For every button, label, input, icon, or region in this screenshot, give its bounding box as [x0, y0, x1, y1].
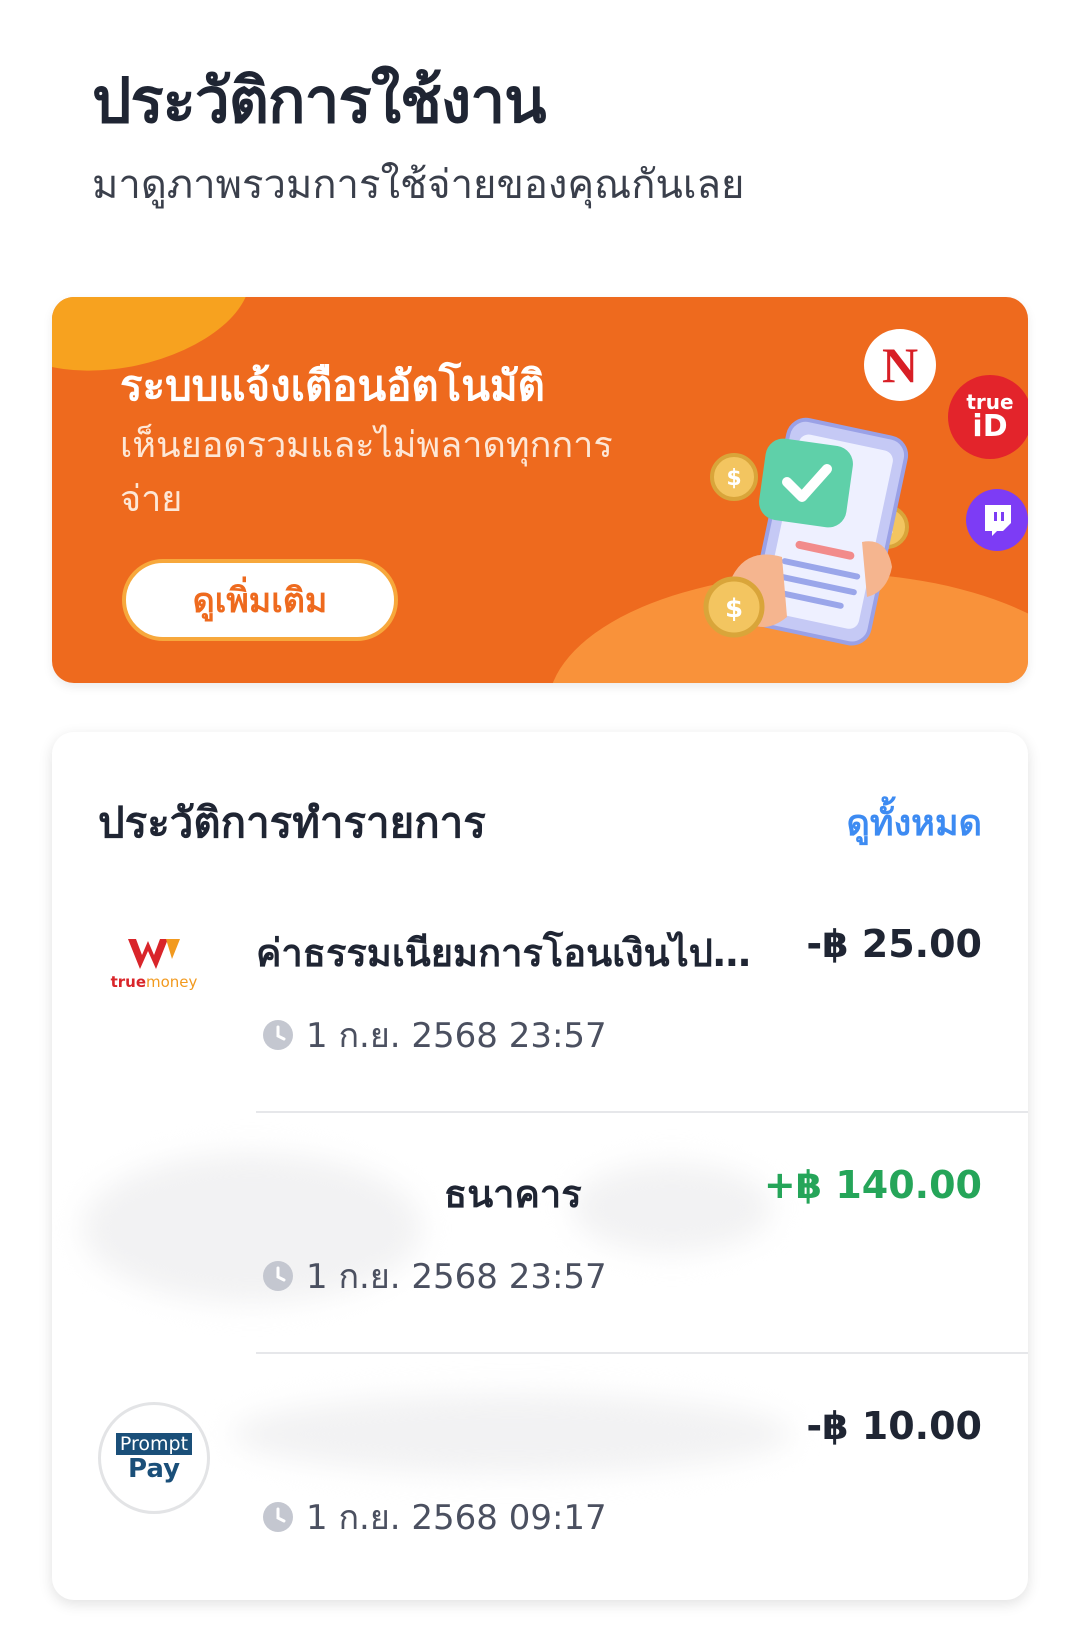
- trueid-logo-bottom: iD: [972, 409, 1008, 444]
- banner-title: ระบบแจ้งเตือนอัตโนมัติ: [120, 361, 545, 410]
- redacted-area: [572, 1163, 772, 1253]
- transaction-item[interactable]: truemoney ค่าธรรมเนียมการโอนเงินไปบั... …: [52, 872, 1028, 1113]
- transaction-amount: +฿ 140.00: [763, 1163, 982, 1207]
- truemoney-logo: truemoney: [98, 908, 210, 1020]
- transaction-history-title: ประวัติการทำรายการ: [98, 798, 486, 847]
- banner-description: เห็นยอดรวมและไม่พลาดทุกการจ่าย: [120, 425, 613, 520]
- transaction-time: 1 ก.ย. 2568 23:57: [306, 1257, 607, 1297]
- auto-notification-banner[interactable]: ระบบแจ้งเตือนอัตโนมัติ เห็นยอดรวมและไม่พ…: [52, 297, 1028, 683]
- svg-text:$: $: [725, 594, 743, 624]
- page-title: ประวัติการใช้งาน: [92, 64, 547, 137]
- netflix-logo: N: [864, 329, 936, 401]
- twitch-logo: [966, 489, 1028, 551]
- see-all-link[interactable]: ดูทั้งหมด: [846, 794, 982, 851]
- transaction-item[interactable]: Prompt Pay -฿ 10.00 1 ก.ย. 2568 09:17: [52, 1354, 1028, 1595]
- redacted-area: [232, 1394, 792, 1474]
- twitch-icon: [985, 505, 1011, 536]
- svg-text:$: $: [726, 466, 741, 491]
- promptpay-logo: Prompt Pay: [98, 1402, 210, 1514]
- banner-illustration: $ $ $ N true iD: [692, 317, 1028, 657]
- clock-icon: [263, 1020, 293, 1050]
- transaction-name: ค่าธรรมเนียมการโอนเงินไปบั...: [256, 931, 766, 975]
- see-more-button[interactable]: ดูเพิ่มเติม: [122, 559, 398, 641]
- transaction-time: 1 ก.ย. 2568 09:17: [306, 1498, 607, 1538]
- transaction-time-row: 1 ก.ย. 2568 23:57: [262, 1008, 607, 1062]
- promptpay-logo-top: Prompt: [115, 1433, 193, 1455]
- transaction-amount: -฿ 10.00: [806, 1404, 982, 1448]
- truemoney-w-icon: [128, 939, 180, 969]
- transaction-item[interactable]: ธนาคาร +฿ 140.00 1 ก.ย. 2568 23:57: [52, 1113, 1028, 1354]
- transaction-amount: -฿ 25.00: [806, 922, 982, 966]
- transaction-time-row: 1 ก.ย. 2568 23:57: [262, 1249, 607, 1303]
- transaction-time: 1 ก.ย. 2568 23:57: [306, 1016, 607, 1056]
- promptpay-logo-bottom: Pay: [127, 1454, 181, 1484]
- trueid-logo: true iD: [948, 375, 1028, 459]
- clock-icon: [263, 1261, 293, 1291]
- transaction-time-row: 1 ก.ย. 2568 09:17: [262, 1490, 607, 1544]
- truemoney-wordmark: truemoney: [110, 973, 198, 991]
- transaction-name: ธนาคาร: [444, 1172, 582, 1216]
- transaction-history-card: ประวัติการทำรายการ ดูทั้งหมด truemoney ค…: [52, 732, 1028, 1600]
- page-subtitle: มาดูภาพรวมการใช้จ่ายของคุณกันเลย: [92, 162, 745, 208]
- clock-icon: [263, 1502, 293, 1532]
